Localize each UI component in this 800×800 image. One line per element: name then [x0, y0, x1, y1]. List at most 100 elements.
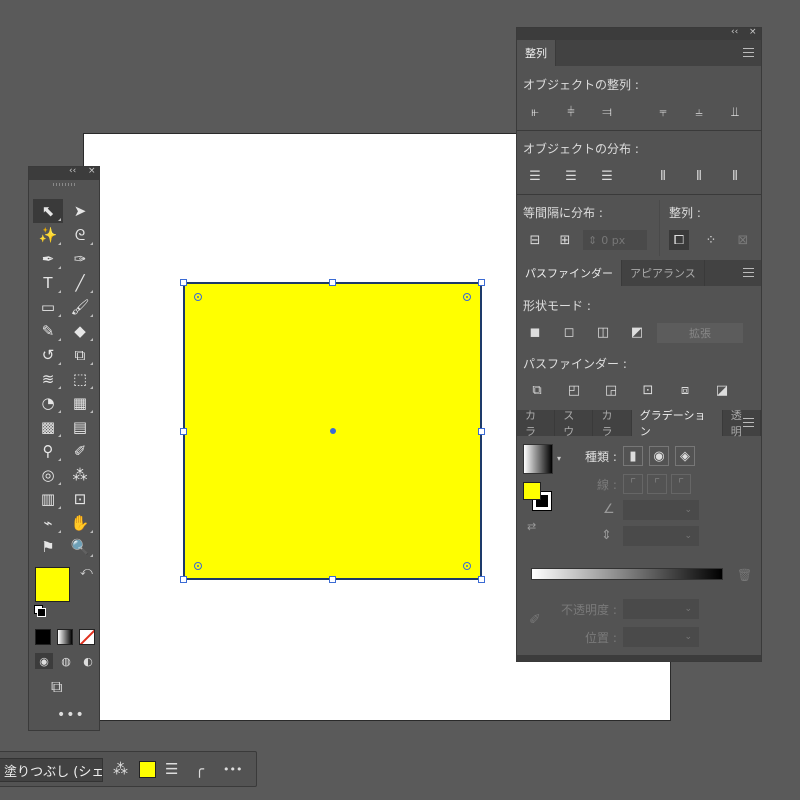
type-tool[interactable]: T [33, 271, 63, 295]
linear-gradient-icon[interactable]: ▮ [623, 446, 643, 466]
eyedropper-tool[interactable]: ⚲ [33, 439, 63, 463]
align-to-selection-icon[interactable]: ⧠ [669, 230, 689, 250]
resize-handle-top-right[interactable] [478, 279, 485, 286]
panel-bottom-grip[interactable] [517, 655, 761, 661]
stroke-along-icon[interactable]: ⌜ [647, 474, 667, 494]
gradient-dropdown-icon[interactable]: ▾ [557, 454, 561, 463]
aspect-ratio-input[interactable]: ⌄ [623, 526, 699, 546]
align-to-artboard-icon[interactable]: ⊠ [733, 230, 753, 250]
scale-tool[interactable]: ⧉ [65, 343, 95, 367]
minus-front-icon[interactable]: ◻ [559, 322, 579, 342]
selection-tool[interactable]: ⬉ [33, 199, 63, 223]
distribute-bottom-icon[interactable]: ☰ [597, 166, 617, 186]
unite-icon[interactable]: ◼ [525, 322, 545, 342]
gradient-swap-icon[interactable]: ⇄ [527, 520, 536, 533]
horizontal-distribute-space-icon[interactable]: ⊞ [555, 230, 575, 250]
align-vertical-center-icon[interactable]: ⫨ [689, 102, 709, 122]
stroke-within-icon[interactable]: ⌜ [623, 474, 643, 494]
panel-menu-icon[interactable] [743, 48, 754, 57]
hand-tool[interactable]: ✋ [65, 511, 95, 535]
resize-handle-middle-left[interactable] [180, 428, 187, 435]
tab-swatches[interactable]: スウ [555, 409, 594, 438]
freeform-gradient-icon[interactable]: ◈ [675, 446, 695, 466]
location-input[interactable]: ⌄ [623, 627, 699, 647]
rectangle-tool[interactable]: ▭ [33, 295, 63, 319]
stroke-across-icon[interactable]: ⌜ [671, 474, 691, 494]
corner-widget-bottom-left[interactable] [194, 562, 202, 570]
merge-icon[interactable]: ◲ [601, 380, 621, 400]
rotate-tool[interactable]: ↺ [33, 343, 63, 367]
color-button[interactable] [35, 629, 51, 645]
draw-behind-icon[interactable]: ◍ [57, 653, 75, 669]
distribute-vertical-center-icon[interactable]: ☰ [561, 166, 581, 186]
tab-align[interactable]: 整列 [517, 40, 556, 66]
symbol-sprayer-tool[interactable]: ⁂ [65, 463, 95, 487]
resize-handle-bottom-left[interactable] [180, 576, 187, 583]
distribute-horizontal-center-icon[interactable]: ⦀ [689, 166, 709, 186]
spacing-stepper-icon[interactable]: ⇕ [588, 234, 597, 247]
gradient-button[interactable] [57, 629, 73, 645]
line-segment-tool[interactable]: ╱ [65, 271, 95, 295]
column-graph-tool[interactable]: ▥ [33, 487, 63, 511]
resize-handle-top-center[interactable] [329, 279, 336, 286]
pen-tool[interactable]: ✒ [33, 247, 63, 271]
screen-mode-icon[interactable]: ⧉ [51, 677, 62, 697]
panel-menu-icon[interactable] [743, 268, 754, 277]
curvature-tool[interactable]: ✑ [65, 247, 95, 271]
shape-builder-tool[interactable]: ◔ [33, 391, 63, 415]
align-left-icon[interactable]: ⫦ [525, 102, 545, 122]
eyedropper-alt-tool[interactable]: ✐ [65, 439, 95, 463]
resize-handle-bottom-center[interactable] [329, 576, 336, 583]
none-button[interactable] [79, 629, 95, 645]
fill-color-swatch[interactable] [139, 761, 156, 778]
tab-gradient[interactable]: グラデーション [631, 409, 723, 438]
draw-inside-icon[interactable]: ◐ [79, 653, 97, 669]
intersect-icon[interactable]: ◫ [593, 322, 613, 342]
swap-fill-stroke-icon[interactable]: ⤺ [80, 564, 93, 579]
tab-appearance[interactable]: アピアランス [622, 260, 705, 286]
delete-stop-icon[interactable]: 🗑 [737, 568, 752, 582]
shape-name-field[interactable]: 塗りつぶし (シェイプ) [0, 758, 103, 782]
exclude-icon[interactable]: ◩ [627, 322, 647, 342]
direct-selection-tool[interactable]: ➤ [65, 199, 95, 223]
mesh-tool[interactable]: ▩ [33, 415, 63, 439]
stroke-weight-icon[interactable]: ☰ [165, 760, 178, 778]
resize-handle-middle-right[interactable] [478, 428, 485, 435]
free-transform-tool[interactable]: ⬚ [65, 367, 95, 391]
align-bottom-icon[interactable]: ⫫ [725, 102, 745, 122]
align-to-key-object-icon[interactable]: ⁘ [701, 230, 721, 250]
angle-dropdown-icon[interactable]: ⌄ [684, 505, 692, 515]
recolor-artwork-icon[interactable]: ⁂ [113, 760, 128, 778]
align-horizontal-center-icon[interactable]: ⫩ [561, 102, 581, 122]
corner-widget-bottom-right[interactable] [463, 562, 471, 570]
collapse-icon[interactable]: ‹‹ [69, 166, 76, 176]
more-options-icon[interactable]: ••• [223, 763, 242, 776]
close-icon[interactable]: × [88, 166, 96, 176]
align-right-icon[interactable]: ⫤ [597, 102, 617, 122]
lasso-tool[interactable]: ᘓ [65, 223, 95, 247]
location-dropdown-icon[interactable]: ⌄ [684, 632, 692, 642]
puppet-warp-tool[interactable]: ⚑ [33, 535, 63, 559]
gradient-preview-swatch[interactable] [523, 444, 553, 474]
blend-tool[interactable]: ◎ [33, 463, 63, 487]
magic-wand-tool[interactable]: ✨ [33, 223, 63, 247]
slice-tool[interactable]: ⌁ [33, 511, 63, 535]
divide-icon[interactable]: ⧉ [527, 380, 547, 400]
perspective-grid-tool[interactable]: ▦ [65, 391, 95, 415]
distribute-right-icon[interactable]: ⦀ [725, 166, 745, 186]
default-fill-stroke-icon[interactable] [34, 605, 46, 617]
gradient-eyedropper-icon[interactable]: ✐ [529, 612, 541, 628]
draw-normal-icon[interactable]: ◉ [35, 653, 53, 669]
paintbrush-tool[interactable]: 🖌 [65, 295, 95, 319]
tab-transparency[interactable]: 透明 [723, 409, 762, 438]
fill-swatch[interactable] [35, 567, 70, 602]
close-icon[interactable]: × [749, 27, 757, 37]
opacity-input[interactable]: ⌄ [623, 599, 699, 619]
collapse-icon[interactable]: ‹‹ [731, 27, 738, 37]
gradient-fill-swatch[interactable] [523, 482, 541, 500]
width-tool[interactable]: ≋ [33, 367, 63, 391]
aspect-dropdown-icon[interactable]: ⌄ [684, 531, 692, 541]
crop-icon[interactable]: ⊡ [638, 380, 658, 400]
gradient-tool[interactable]: ▤ [65, 415, 95, 439]
tab-pathfinder[interactable]: パスファインダー [517, 260, 622, 286]
